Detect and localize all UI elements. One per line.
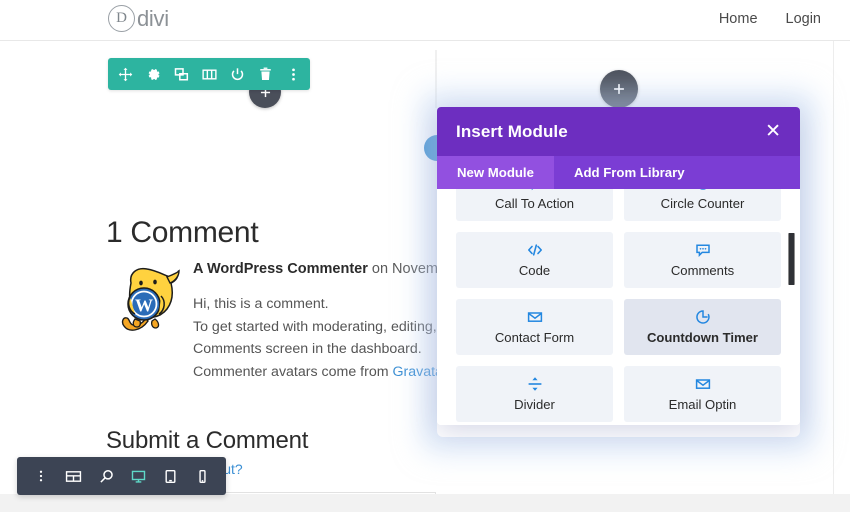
envelope-icon [695, 376, 711, 392]
comment-line-text: Commenter avatars come from [193, 363, 393, 380]
builder-view-toolbar [17, 457, 226, 495]
phone-icon[interactable] [195, 469, 210, 484]
site-logo-text: divi [137, 5, 169, 31]
module-card-circle-counter[interactable]: Circle Counter [624, 189, 781, 221]
svg-text:W: W [135, 296, 153, 316]
module-label: Divider [514, 397, 555, 412]
desktop-icon[interactable] [131, 469, 146, 484]
module-label: Call To Action [494, 196, 575, 211]
comment-line: Hi, this is a comment. [193, 296, 329, 312]
power-icon[interactable] [229, 66, 245, 82]
comment-body: A WordPress Commenter on Novem Hi, this … [193, 259, 463, 383]
callout-icon [527, 189, 543, 191]
tab-add-from-library[interactable]: Add From Library [554, 156, 705, 189]
module-label: Countdown Timer [646, 330, 759, 345]
dots-vertical-icon[interactable] [34, 469, 48, 483]
comment-author-line: A WordPress Commenter on Novem [193, 259, 463, 279]
circle-counter-icon [695, 189, 711, 191]
divider-icon [527, 376, 543, 392]
module-label: Comments [670, 263, 735, 278]
module-card-countdown-timer[interactable]: Countdown Timer [624, 299, 781, 355]
tab-new-module[interactable]: New Module [437, 156, 554, 189]
comment-text: Hi, this is a comment. To get started wi… [193, 293, 463, 383]
module-card-comments[interactable]: Comments [624, 232, 781, 288]
comment-line: Commenter avatars come from Gravatar. [193, 361, 463, 384]
divi-builder-screen: D divi Home Login 1 Comment W A WordPres… [0, 0, 850, 512]
modal-tabs: New Module Add From Library [437, 156, 800, 189]
duplicate-icon[interactable] [173, 66, 189, 82]
module-label: Contact Form [494, 330, 575, 345]
insert-module-modal: Insert Module ✕ New Module Add From Libr… [437, 107, 800, 425]
tablet-icon[interactable] [163, 469, 178, 484]
column-divider-rule [435, 50, 437, 108]
module-card-call-to-action[interactable]: Call To Action [456, 189, 613, 221]
module-card-email-optin[interactable]: Email Optin [624, 366, 781, 422]
module-hover-toolbar [108, 58, 310, 90]
clock-icon [695, 309, 711, 325]
trash-icon[interactable] [257, 66, 273, 82]
module-grid: Call To Action Circle Counter Code Comme… [456, 189, 781, 425]
comment-author-name[interactable]: A WordPress Commenter [193, 261, 368, 277]
module-label: Code [518, 263, 551, 278]
module-label: Email Optin [668, 397, 737, 412]
dots-vertical-icon[interactable] [285, 66, 301, 82]
divi-logo-icon: D [108, 5, 135, 32]
modal-title: Insert Module [456, 121, 568, 141]
columns-icon[interactable] [201, 66, 217, 82]
comment-line: To get started with moderating, editing,… [193, 318, 449, 335]
module-card-contact-form[interactable]: Contact Form [456, 299, 613, 355]
close-icon[interactable]: ✕ [765, 122, 781, 141]
comment-line: Comments screen in the dashboard. [193, 341, 422, 357]
envelope-icon [527, 309, 543, 325]
site-logo[interactable]: D divi [108, 5, 169, 32]
module-label: Circle Counter [660, 196, 745, 211]
wireframe-icon[interactable] [65, 469, 82, 484]
nav-item-login[interactable]: Login [786, 11, 821, 27]
comment-date: on Novem [367, 261, 438, 277]
module-card-code[interactable]: Code [456, 232, 613, 288]
site-header: D divi Home Login [0, 0, 850, 41]
code-icon [527, 242, 543, 258]
comments-heading: 1 Comment [106, 216, 259, 249]
gear-icon[interactable] [145, 66, 161, 82]
module-list-scroll[interactable]: Call To Action Circle Counter Code Comme… [437, 189, 800, 425]
modal-scrollbar-thumb[interactable] [788, 233, 795, 285]
comments-icon [695, 242, 711, 258]
zoom-icon[interactable] [99, 469, 114, 484]
module-card-divider[interactable]: Divider [456, 366, 613, 422]
modal-scrollbar-track[interactable] [788, 189, 795, 425]
section-add-button[interactable] [600, 70, 638, 108]
modal-header: Insert Module ✕ [437, 107, 800, 156]
avatar: W [115, 263, 185, 335]
nav-item-home[interactable]: Home [719, 11, 758, 27]
move-icon[interactable] [117, 66, 133, 82]
primary-nav: Home Login [719, 11, 821, 27]
